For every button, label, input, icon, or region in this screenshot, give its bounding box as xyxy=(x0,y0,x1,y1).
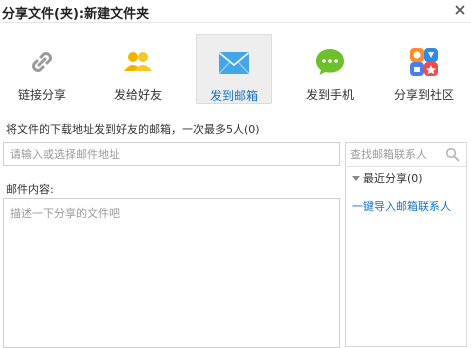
email-content-textarea[interactable] xyxy=(3,198,340,348)
tab-send-to-friends[interactable]: 发给好友 xyxy=(100,34,176,104)
link-icon xyxy=(26,46,58,78)
email-content-label: 邮件内容: xyxy=(6,183,54,196)
email-share-hint: 将文件的下载地址发到好友的邮箱，一次最多5人(0) xyxy=(6,123,260,136)
recent-shares-toggle[interactable]: 最近分享(0) xyxy=(352,170,423,186)
tab-send-to-email[interactable]: 发到邮箱 xyxy=(196,34,272,104)
title-bar: 分享文件(夹):新建文件夹 xyxy=(0,0,471,23)
chat-bubble-icon xyxy=(314,46,346,78)
tab-label: 发到邮箱 xyxy=(209,89,258,103)
tab-link-share[interactable]: 链接分享 xyxy=(4,34,80,104)
contact-panel: 最近分享(0) 一键导入邮箱联系人 xyxy=(345,142,467,347)
mail-icon xyxy=(218,47,250,79)
tab-label: 发到手机 xyxy=(305,88,354,102)
recipient-email-input[interactable] xyxy=(3,142,340,166)
tab-label: 发给好友 xyxy=(113,88,162,102)
search-icon[interactable] xyxy=(445,147,460,162)
share-method-tabs: 链接分享 发给好友 发到邮箱 发到手机 分享到社区 xyxy=(0,28,471,110)
recent-shares-label: 最近分享(0) xyxy=(363,172,423,185)
import-contacts-link[interactable]: 一键导入邮箱联系人 xyxy=(352,198,451,214)
triangle-down-icon xyxy=(352,176,360,181)
dialog-title: 分享文件(夹):新建文件夹 xyxy=(2,7,150,22)
tab-label: 分享到社区 xyxy=(393,88,454,102)
friends-icon xyxy=(122,46,154,78)
close-button[interactable] xyxy=(452,2,468,18)
close-icon[interactable] xyxy=(452,2,468,18)
community-icon xyxy=(408,46,440,78)
tab-send-to-phone[interactable]: 发到手机 xyxy=(292,34,368,104)
tab-label: 链接分享 xyxy=(17,88,66,102)
tab-share-to-community[interactable]: 分享到社区 xyxy=(386,34,462,104)
